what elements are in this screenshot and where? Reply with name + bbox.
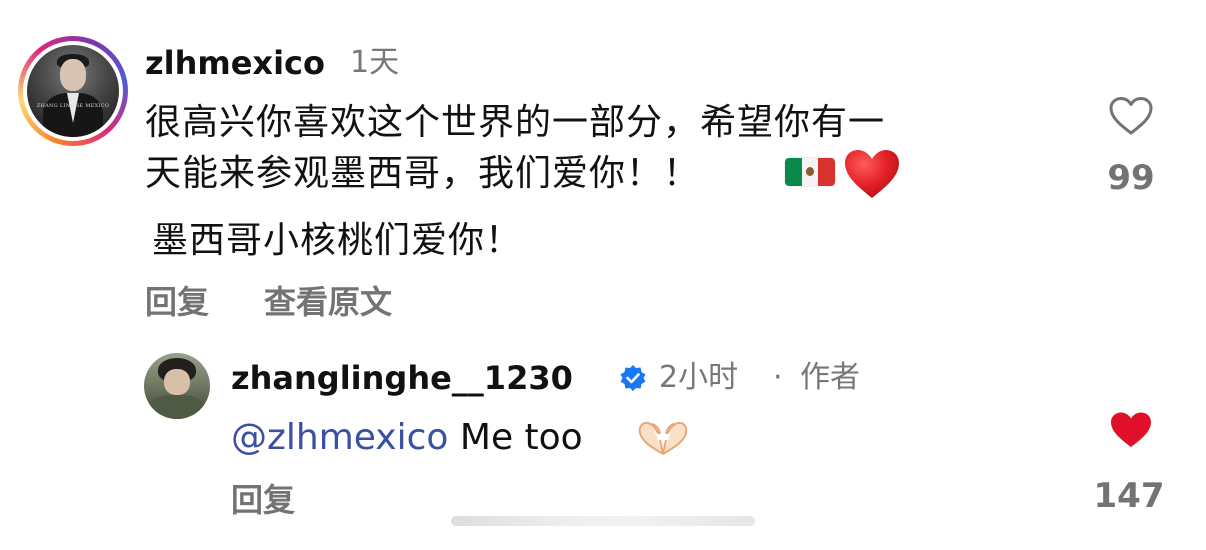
comment-text-line-1: 很高兴你喜欢这个世界的一部分，希望你有一 — [145, 102, 886, 143]
comment-timestamp: 1天 — [350, 45, 400, 80]
avatar-face — [60, 59, 86, 91]
heart-hands-emoji — [638, 421, 688, 455]
see-original-button[interactable]: 查看原文 — [264, 282, 392, 322]
comment-username[interactable]: zlhmexico — [145, 44, 325, 82]
reply-avatar[interactable] — [144, 353, 210, 419]
reply-username[interactable]: zhanglinghe__1230 — [231, 359, 573, 397]
verified-badge-icon — [620, 365, 646, 391]
reply-separator: · — [773, 360, 783, 395]
avatar[interactable]: ZHANG LINGHE MEXICO — [27, 45, 119, 137]
comment-text-line-2: 天能来参观墨西哥，我们爱你！！ — [145, 153, 701, 194]
reply-avatar-body — [150, 395, 204, 419]
avatar-caption: ZHANG LINGHE MEXICO — [36, 103, 110, 109]
reply-reply-button[interactable]: 回复 — [231, 480, 295, 520]
comment-like-count: 99 — [1107, 158, 1155, 198]
heart-outline-icon[interactable] — [1108, 96, 1154, 136]
reply-body: Me too — [459, 417, 583, 458]
mexico-flag-emoji — [785, 158, 835, 186]
reply-like-count: 147 — [1093, 476, 1165, 516]
mention-link[interactable]: @zlhmexico — [231, 417, 448, 458]
author-badge: 作者 — [800, 360, 860, 395]
avatar-story-ring[interactable]: ZHANG LINGHE MEXICO — [18, 36, 128, 146]
comment-text-line-3: 墨西哥小核桃们爱你！ — [152, 220, 523, 261]
reply-timestamp: 2小时 — [659, 360, 739, 395]
reply-text: @zlhmexico Me too — [231, 414, 583, 462]
avatar-ring-gap: ZHANG LINGHE MEXICO — [23, 41, 123, 141]
heart-filled-icon[interactable] — [1108, 410, 1154, 450]
red-heart-emoji — [845, 150, 899, 198]
home-indicator — [451, 516, 755, 526]
reply-avatar-face — [164, 369, 190, 395]
reply-button[interactable]: 回复 — [145, 282, 209, 322]
